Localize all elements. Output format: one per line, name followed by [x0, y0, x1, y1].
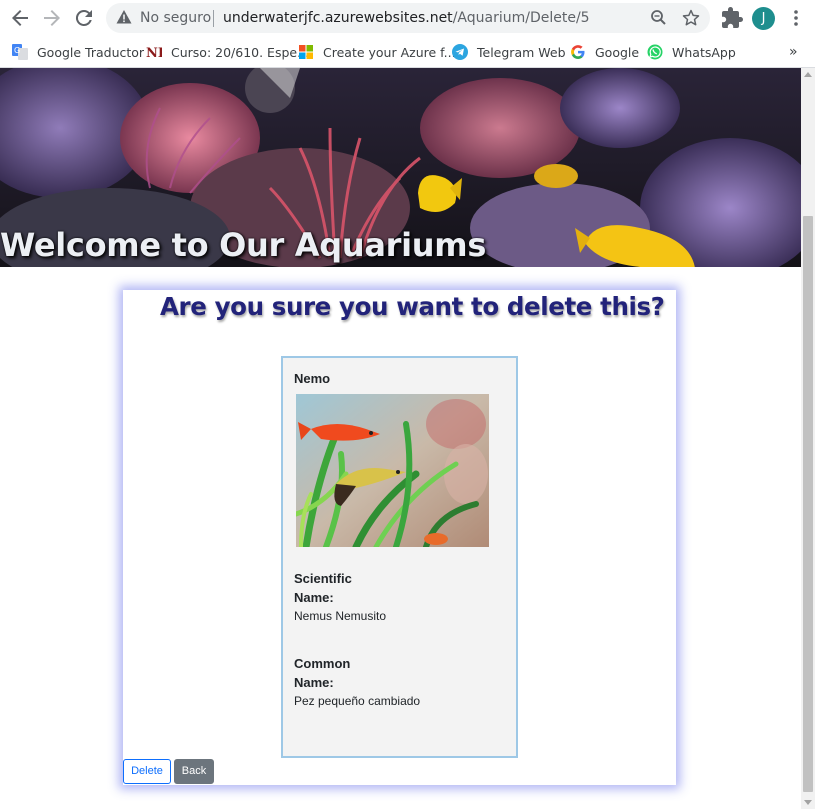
extensions-puzzle-icon[interactable]	[720, 6, 744, 30]
whatsapp-icon	[647, 44, 663, 60]
bookmarks-bar: G Google Traductor NI Curso: 20/610. Esp…	[0, 36, 815, 68]
microsoft-logo-icon	[298, 44, 314, 60]
scroll-up-arrow-icon[interactable]	[804, 72, 812, 77]
page-viewport: Welcome to Our Aquariums Are you sure yo…	[0, 68, 801, 809]
telegram-icon	[452, 44, 468, 60]
fish-details-panel: Nemo Scientific Name: Nemus Nemusito Com…	[281, 356, 518, 758]
bookmark-label: Google	[595, 44, 640, 60]
back-arrow-icon[interactable]	[8, 6, 32, 30]
google-translate-icon: G	[12, 44, 28, 60]
bookmark-google[interactable]: Google	[570, 43, 639, 61]
bookmark-google-translate[interactable]: G Google Traductor	[12, 43, 144, 61]
url-host: underwaterjfc.azurewebsites.net	[223, 10, 453, 26]
ni-logo-icon: NI	[146, 44, 164, 61]
security-status-label[interactable]: No seguro	[140, 10, 211, 26]
header-banner: Welcome to Our Aquariums	[0, 68, 801, 267]
browser-toolbar: No seguro underwaterjfc.azurewebsites.ne…	[0, 0, 815, 36]
bookmark-label: Google Traductor	[37, 44, 145, 60]
bookmark-whatsapp[interactable]: WhatsApp	[647, 43, 736, 61]
bookmark-label: Curso: 20/610. Espe...	[171, 44, 310, 60]
delete-button[interactable]: Delete	[123, 759, 171, 784]
address-bar[interactable]: No seguro underwaterjfc.azurewebsites.ne…	[106, 3, 710, 33]
bookmark-telegram[interactable]: Telegram Web	[452, 43, 566, 61]
scientific-name-label: Scientific Name:	[294, 571, 352, 605]
bookmark-curso[interactable]: NI Curso: 20/610. Espe...	[146, 43, 310, 62]
bookmark-label: WhatsApp	[672, 44, 736, 60]
reload-icon[interactable]	[72, 6, 96, 30]
page-title: Are you sure you want to delete this?	[160, 292, 665, 321]
page-scrollbar[interactable]	[801, 68, 815, 809]
profile-avatar[interactable]: J	[752, 7, 775, 30]
fish-photo	[296, 394, 489, 547]
url-path: /Aquarium/Delete/5	[452, 10, 590, 26]
warning-triangle-icon[interactable]	[116, 9, 132, 25]
banner-title: Welcome to Our Aquariums	[0, 226, 487, 264]
bookmark-star-icon[interactable]	[681, 8, 701, 28]
fish-name: Nemo	[294, 371, 331, 386]
bookmarks-overflow-button[interactable]: »	[789, 43, 798, 61]
forward-arrow-icon[interactable]	[40, 6, 64, 30]
address-separator	[213, 10, 214, 27]
bookmark-label: Telegram Web	[477, 44, 566, 60]
scientific-name-value: Nemus Nemusito	[294, 609, 387, 623]
svg-text:G: G	[14, 46, 20, 55]
common-name-label: Common Name:	[294, 656, 351, 690]
scrollbar-thumb[interactable]	[803, 216, 813, 792]
zoom-icon[interactable]	[649, 8, 669, 28]
delete-confirmation-card: Are you sure you want to delete this? Ne…	[123, 290, 676, 785]
url-text[interactable]: underwaterjfc.azurewebsites.net/Aquarium…	[223, 10, 590, 26]
scroll-down-arrow-icon[interactable]	[804, 800, 812, 805]
back-button[interactable]: Back	[174, 759, 214, 784]
common-name-value: Pez pequeño cambiado	[294, 694, 421, 708]
browser-menu-icon[interactable]	[784, 6, 808, 30]
svg-text:NI: NI	[146, 46, 162, 60]
bookmark-azure[interactable]: Create your Azure f...	[298, 43, 456, 61]
google-icon	[570, 44, 586, 60]
bookmark-label: Create your Azure f...	[323, 44, 456, 60]
